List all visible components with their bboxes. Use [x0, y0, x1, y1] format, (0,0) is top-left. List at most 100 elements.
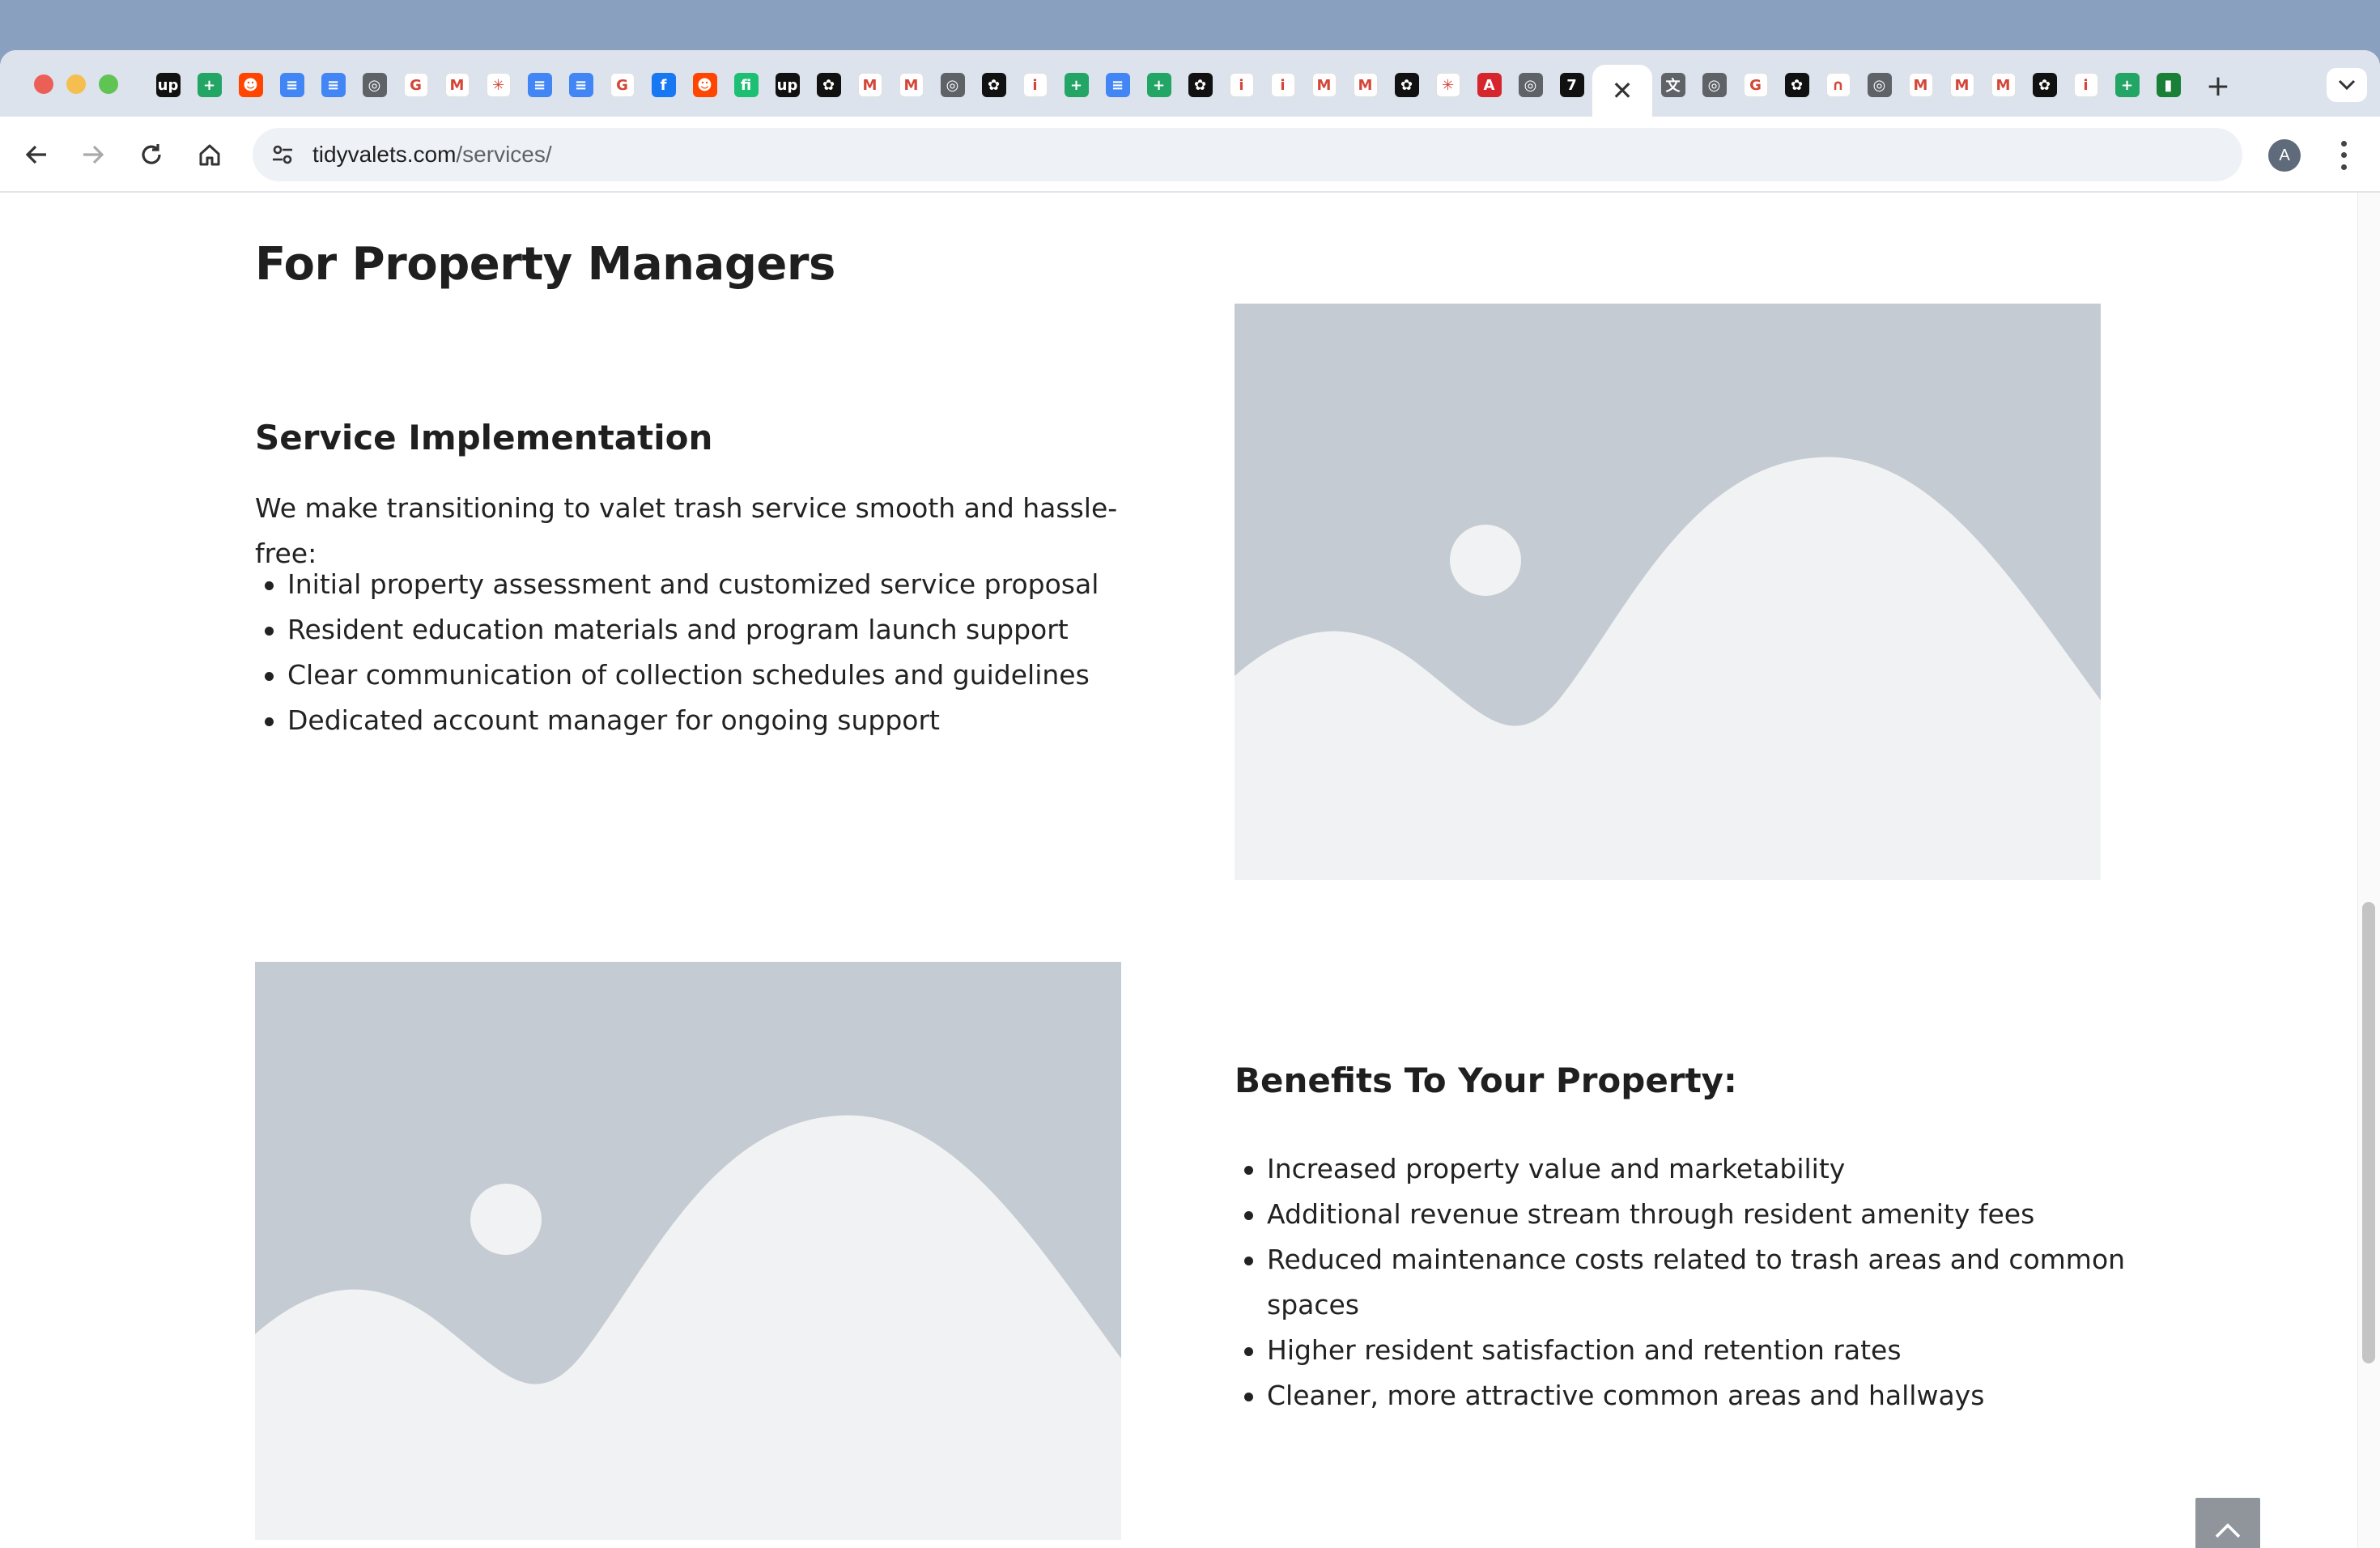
tab[interactable]: ◎ [1510, 65, 1551, 105]
chrome-icon: ◎ [1518, 73, 1543, 97]
tab[interactable]: ✿ [808, 65, 849, 105]
tab[interactable]: ◎ [1859, 65, 1900, 105]
tab[interactable]: M [890, 65, 932, 105]
close-icon[interactable]: ✕ [1612, 75, 1634, 106]
openai-icon: ✿ [1394, 73, 1419, 97]
tab[interactable]: ≡ [560, 65, 601, 105]
browser-window: up + ☻ ≡ ≡ ◎ G M ✳ ≡ ≡ Gf ☻ fi up ✿ M M ◎ ✿ i + ≡ + ✿ i i M M ✿ ✳ A ◎ 7 ✕ 文… [0, 50, 2380, 1548]
page-scrollbar[interactable] [2357, 193, 2380, 1548]
tab[interactable]: ✿ [1179, 65, 1221, 105]
openai-icon: ✿ [816, 73, 841, 97]
tab[interactable]: + [1056, 65, 1097, 105]
image-placeholder [255, 962, 1121, 1540]
reddit-icon: ☻ [238, 73, 263, 97]
tab[interactable]: ✿ [1386, 65, 1427, 105]
list-item: Reduced maintenance costs related to tra… [1235, 1237, 2141, 1328]
gmail-icon: M [857, 73, 882, 97]
browser-menu-button[interactable] [2331, 138, 2356, 173]
list-item: Higher resident satisfaction and retenti… [1235, 1328, 2141, 1373]
new-tab-button[interactable]: + [2202, 70, 2234, 103]
tab[interactable]: ≡ [271, 65, 312, 105]
tab[interactable]: fi [725, 65, 767, 105]
tab[interactable]: ✳ [1427, 65, 1468, 105]
tab[interactable]: G [1735, 65, 1776, 105]
tab[interactable]: + [2106, 65, 2148, 105]
tab[interactable]: G [395, 65, 436, 105]
address-bar[interactable]: tidyvalets.com/services/ [253, 128, 2242, 181]
tab[interactable]: ◎ [1694, 65, 1735, 105]
openai-icon: ✿ [2032, 73, 2057, 97]
home-button[interactable] [189, 134, 230, 175]
reddit-icon: ☻ [692, 73, 717, 97]
tab[interactable]: ∩ [1817, 65, 1859, 105]
tab-search-button[interactable] [2327, 68, 2367, 102]
tab[interactable]: i [2065, 65, 2106, 105]
url-text[interactable]: tidyvalets.com/services/ [312, 139, 552, 170]
site-settings-icon[interactable] [267, 139, 298, 170]
tab[interactable]: up [767, 65, 808, 105]
list-item: Dedicated account manager for ongoing su… [255, 698, 1145, 743]
tab[interactable]: i [1262, 65, 1303, 105]
tab[interactable]: 文 [1652, 65, 1694, 105]
browser-toolbar: tidyvalets.com/services/ A [0, 117, 2380, 193]
back-to-top-button[interactable] [2195, 1498, 2260, 1548]
tab[interactable]: M [1900, 65, 1941, 105]
maximize-window-button[interactable] [99, 74, 118, 94]
tab-active[interactable]: ✕ [1592, 65, 1652, 117]
tab[interactable]: M [1345, 65, 1386, 105]
claude-icon: ✳ [486, 73, 511, 97]
gmail-icon: M [1949, 73, 1974, 97]
scrollbar-thumb[interactable] [2362, 902, 2375, 1363]
tab[interactable]: ✳ [478, 65, 519, 105]
close-window-button[interactable] [34, 74, 53, 94]
back-button[interactable] [16, 134, 57, 175]
tab[interactable]: ☻ [230, 65, 271, 105]
info-icon: i [1270, 73, 1295, 97]
tab[interactable]: M [1303, 65, 1345, 105]
translate-icon: 文 [1660, 73, 1685, 97]
tab[interactable]: ✿ [973, 65, 1014, 105]
openai-icon: ✿ [1784, 73, 1809, 97]
tab[interactable]: M [436, 65, 478, 105]
tab[interactable]: 7 [1551, 65, 1592, 105]
tab[interactable]: ✿ [2024, 65, 2065, 105]
google-sheets-icon: + [197, 73, 222, 97]
openai-icon: ✿ [1188, 73, 1213, 97]
benefits-heading: Benefits To Your Property: [1235, 1061, 1737, 1100]
tab-strip: up + ☻ ≡ ≡ ◎ G M ✳ ≡ ≡ Gf ☻ fi up ✿ M M ◎ ✿ i + ≡ + ✿ i i M M ✿ ✳ A ◎ 7 ✕ 文… [0, 50, 2380, 117]
tab[interactable]: + [1138, 65, 1179, 105]
tab[interactable]: up [147, 65, 189, 105]
tab[interactable]: ◎ [932, 65, 973, 105]
tab[interactable]: ▮ [2148, 65, 2189, 105]
tab[interactable]: G [601, 65, 643, 105]
tab[interactable]: f [643, 65, 684, 105]
tab[interactable]: A [1468, 65, 1510, 105]
google-docs-icon: ≡ [568, 73, 593, 97]
tab[interactable]: ✿ [1776, 65, 1817, 105]
tab[interactable]: + [189, 65, 230, 105]
tab[interactable]: i [1221, 65, 1262, 105]
info-icon: i [1229, 73, 1254, 97]
tab[interactable]: M [1983, 65, 2024, 105]
tab[interactable]: ≡ [519, 65, 560, 105]
tab[interactable]: ≡ [312, 65, 354, 105]
reload-button[interactable] [131, 134, 172, 175]
implementation-list: Initial property assessment and customiz… [255, 562, 1145, 743]
profile-avatar[interactable]: A [2268, 139, 2301, 172]
google-icon: G [610, 73, 635, 97]
arrow-left-icon [25, 145, 46, 164]
minimize-window-button[interactable] [66, 74, 86, 94]
tab[interactable]: ≡ [1097, 65, 1138, 105]
list-item: Additional revenue stream through reside… [1235, 1192, 2141, 1237]
tab[interactable]: M [849, 65, 890, 105]
list-item: Initial property assessment and customiz… [255, 562, 1145, 607]
tab[interactable]: i [1014, 65, 1056, 105]
tab[interactable]: ◎ [354, 65, 395, 105]
forward-button[interactable] [73, 134, 113, 175]
evernote-icon: ▮ [2156, 73, 2181, 97]
tab[interactable]: ☻ [684, 65, 725, 105]
list-item: Clear communication of collection schedu… [255, 653, 1145, 698]
tab[interactable]: M [1941, 65, 1983, 105]
image-placeholder [1235, 304, 2101, 880]
chrome-icon: ◎ [940, 73, 965, 97]
